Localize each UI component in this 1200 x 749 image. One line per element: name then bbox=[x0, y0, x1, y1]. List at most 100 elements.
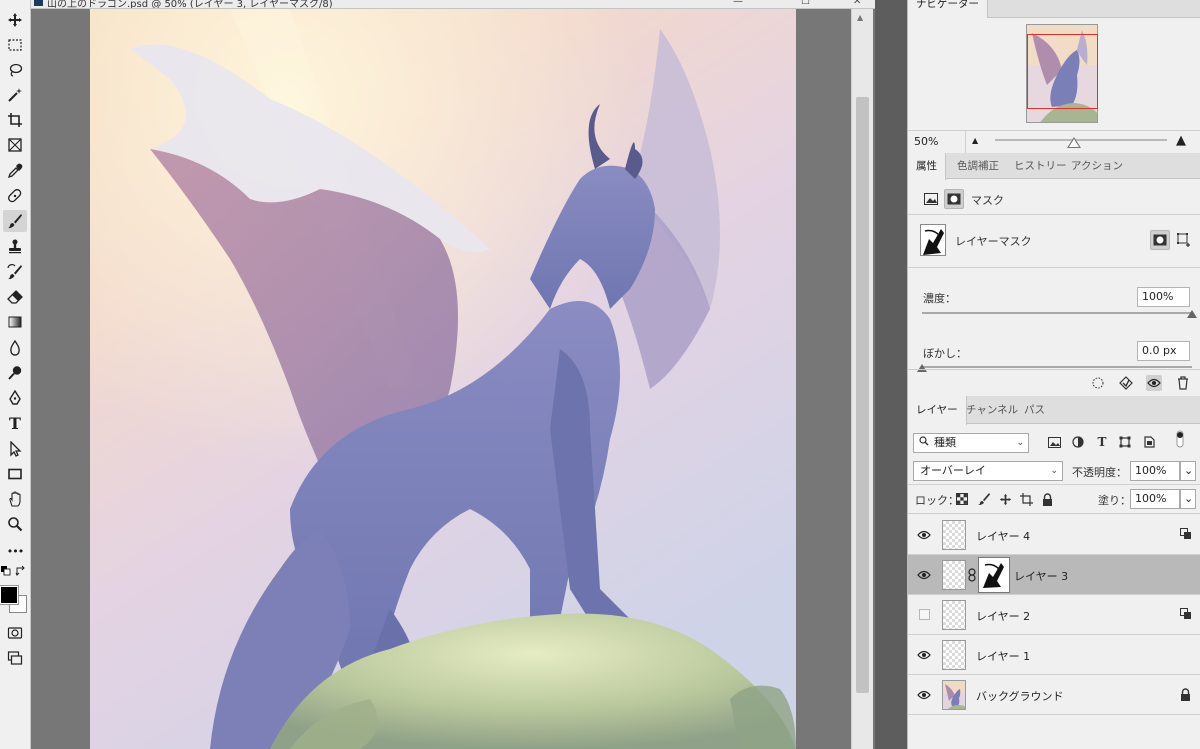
layer-row-selected[interactable]: レイヤー 3 bbox=[908, 555, 1200, 595]
eyedropper-icon[interactable] bbox=[3, 160, 27, 182]
gradient-icon[interactable] bbox=[3, 311, 27, 333]
density-slider-track[interactable] bbox=[922, 312, 1192, 314]
scroll-up-icon[interactable]: ▲ bbox=[857, 13, 863, 22]
minimize-icon[interactable]: — bbox=[733, 0, 743, 7]
vertical-scrollbar[interactable]: ▲ bbox=[851, 9, 873, 749]
lock-fill-row: ロック： 塗り： 100% ⌄ bbox=[908, 485, 1200, 514]
layer-row[interactable]: バックグラウンド bbox=[908, 675, 1200, 715]
density-input[interactable]: 100% bbox=[1137, 287, 1190, 307]
opacity-dropdown-icon[interactable]: ⌄ bbox=[1180, 461, 1196, 481]
visibility-eye-icon[interactable] bbox=[917, 568, 931, 582]
clip-icon bbox=[1180, 608, 1194, 622]
document-tab[interactable]: 山の上のドラゴン.psd @ 50% (レイヤー 3, レイヤーマスク/8) —… bbox=[31, 0, 875, 9]
layer-thumbnail[interactable] bbox=[942, 560, 966, 590]
add-vector-mask-icon[interactable] bbox=[1174, 230, 1194, 250]
more-icon[interactable]: ••• bbox=[3, 540, 27, 562]
blur-icon[interactable] bbox=[3, 337, 27, 359]
hand-icon[interactable] bbox=[3, 488, 27, 510]
visibility-off-box[interactable] bbox=[919, 609, 930, 620]
artwork-canvas[interactable] bbox=[90, 9, 796, 749]
path-select-icon[interactable] bbox=[3, 438, 27, 460]
frame-icon[interactable] bbox=[3, 134, 27, 156]
tab-navigator[interactable]: ナビゲーター bbox=[908, 0, 988, 18]
pen-icon[interactable] bbox=[3, 387, 27, 409]
brush-icon[interactable] bbox=[3, 210, 27, 232]
filter-type-icon[interactable]: T bbox=[1094, 434, 1110, 450]
fill-dropdown-icon[interactable]: ⌄ bbox=[1180, 489, 1196, 509]
zoom-slider-track[interactable] bbox=[995, 139, 1167, 141]
history-brush-icon[interactable] bbox=[3, 261, 27, 283]
visibility-eye-icon[interactable] bbox=[917, 688, 931, 702]
layer-mask-icon[interactable] bbox=[944, 189, 964, 209]
mask-thumbnail[interactable] bbox=[920, 224, 946, 256]
move-icon[interactable] bbox=[3, 9, 27, 31]
tab-adjustments[interactable]: 色調補正 bbox=[949, 153, 1007, 179]
document-window: 山の上のドラゴン.psd @ 50% (レイヤー 3, レイヤーマスク/8) —… bbox=[31, 0, 875, 749]
magic-wand-icon[interactable] bbox=[3, 84, 27, 106]
lock-position-icon[interactable] bbox=[997, 491, 1013, 507]
tab-actions[interactable]: アクション bbox=[1063, 153, 1131, 179]
zoom-value[interactable]: 50% bbox=[914, 135, 938, 148]
quick-mask-icon[interactable] bbox=[3, 622, 27, 644]
healing-icon[interactable] bbox=[3, 185, 27, 207]
stamp-icon[interactable] bbox=[3, 235, 27, 257]
layer-thumbnail bbox=[942, 520, 966, 550]
rectangle-icon[interactable] bbox=[3, 463, 27, 485]
lasso-icon[interactable] bbox=[3, 59, 27, 81]
blend-mode-select[interactable]: オーバーレイ ⌄ bbox=[913, 461, 1063, 481]
feather-slider-track[interactable] bbox=[922, 366, 1192, 368]
mask-visibility-eye-icon[interactable] bbox=[1146, 375, 1162, 391]
filter-toggle-icon[interactable] bbox=[1172, 430, 1188, 448]
crop-icon[interactable] bbox=[3, 109, 27, 131]
properties-footer bbox=[908, 369, 1200, 395]
layer-mask-thumbnail[interactable] bbox=[978, 557, 1010, 593]
zoom-in-icon[interactable]: ▲ bbox=[1176, 133, 1186, 148]
zoom-out-icon[interactable]: ▲ bbox=[972, 136, 978, 145]
filter-adjustment-icon[interactable] bbox=[1070, 434, 1086, 450]
default-colors-icon[interactable] bbox=[0, 565, 12, 577]
layer-row[interactable]: レイヤー 4 bbox=[908, 515, 1200, 555]
dodge-icon[interactable] bbox=[3, 362, 27, 384]
lock-transparent-icon[interactable] bbox=[954, 491, 970, 507]
filter-kind-select[interactable]: 種類 ⌄ bbox=[913, 433, 1029, 453]
tab-properties[interactable]: 属性 bbox=[908, 153, 946, 180]
visibility-eye-icon[interactable] bbox=[917, 648, 931, 662]
lock-all-icon[interactable] bbox=[1039, 491, 1055, 507]
zoom-slider-handle[interactable] bbox=[1069, 139, 1079, 147]
delete-mask-icon[interactable] bbox=[1175, 375, 1191, 391]
layer-mask-label: レイヤーマスク bbox=[955, 235, 1032, 248]
visibility-eye-icon[interactable] bbox=[917, 528, 931, 542]
layer-row[interactable]: レイヤー 2 bbox=[908, 595, 1200, 635]
mask-link-icon[interactable] bbox=[968, 568, 976, 585]
foreground-color-swatch[interactable] bbox=[0, 585, 19, 605]
apply-mask-icon[interactable] bbox=[1118, 375, 1134, 391]
type-icon[interactable]: T bbox=[3, 412, 27, 434]
feather-input[interactable]: 0.0 px bbox=[1137, 341, 1190, 361]
navigator-view-rect[interactable] bbox=[1027, 34, 1098, 109]
layer-filter-row: 種類 ⌄ T bbox=[908, 425, 1200, 457]
marquee-icon[interactable] bbox=[3, 34, 27, 56]
filter-pixel-icon[interactable] bbox=[1046, 434, 1062, 450]
load-selection-icon[interactable] bbox=[1090, 375, 1106, 391]
tab-paths[interactable]: パス bbox=[1016, 396, 1053, 422]
navigator-zoom-row: 50% ▲ ▲ bbox=[908, 130, 1200, 153]
maximize-icon[interactable]: ☐ bbox=[801, 0, 810, 7]
filter-shape-icon[interactable] bbox=[1117, 434, 1133, 450]
eraser-icon[interactable] bbox=[3, 286, 27, 308]
add-pixel-mask-icon[interactable] bbox=[1150, 230, 1170, 250]
lock-artboard-icon[interactable] bbox=[1018, 491, 1034, 507]
layer-row[interactable]: レイヤー 1 bbox=[908, 635, 1200, 675]
pixel-mask-icon[interactable] bbox=[921, 189, 941, 209]
filter-smart-object-icon[interactable] bbox=[1141, 434, 1157, 450]
close-icon[interactable]: ✕ bbox=[853, 0, 861, 7]
zoom-icon[interactable] bbox=[3, 513, 27, 535]
scrollbar-thumb[interactable] bbox=[856, 97, 869, 693]
swap-colors-icon[interactable] bbox=[15, 565, 27, 577]
density-slider-handle[interactable] bbox=[1187, 310, 1197, 318]
opacity-input[interactable]: 100% bbox=[1130, 461, 1180, 481]
feather-label: ぼかし： bbox=[923, 347, 967, 360]
fill-input[interactable]: 100% bbox=[1130, 489, 1180, 509]
screen-mode-icon[interactable] bbox=[3, 647, 27, 669]
layer-name: レイヤー 3 bbox=[1014, 570, 1069, 583]
lock-pixels-brush-icon[interactable] bbox=[976, 491, 992, 507]
